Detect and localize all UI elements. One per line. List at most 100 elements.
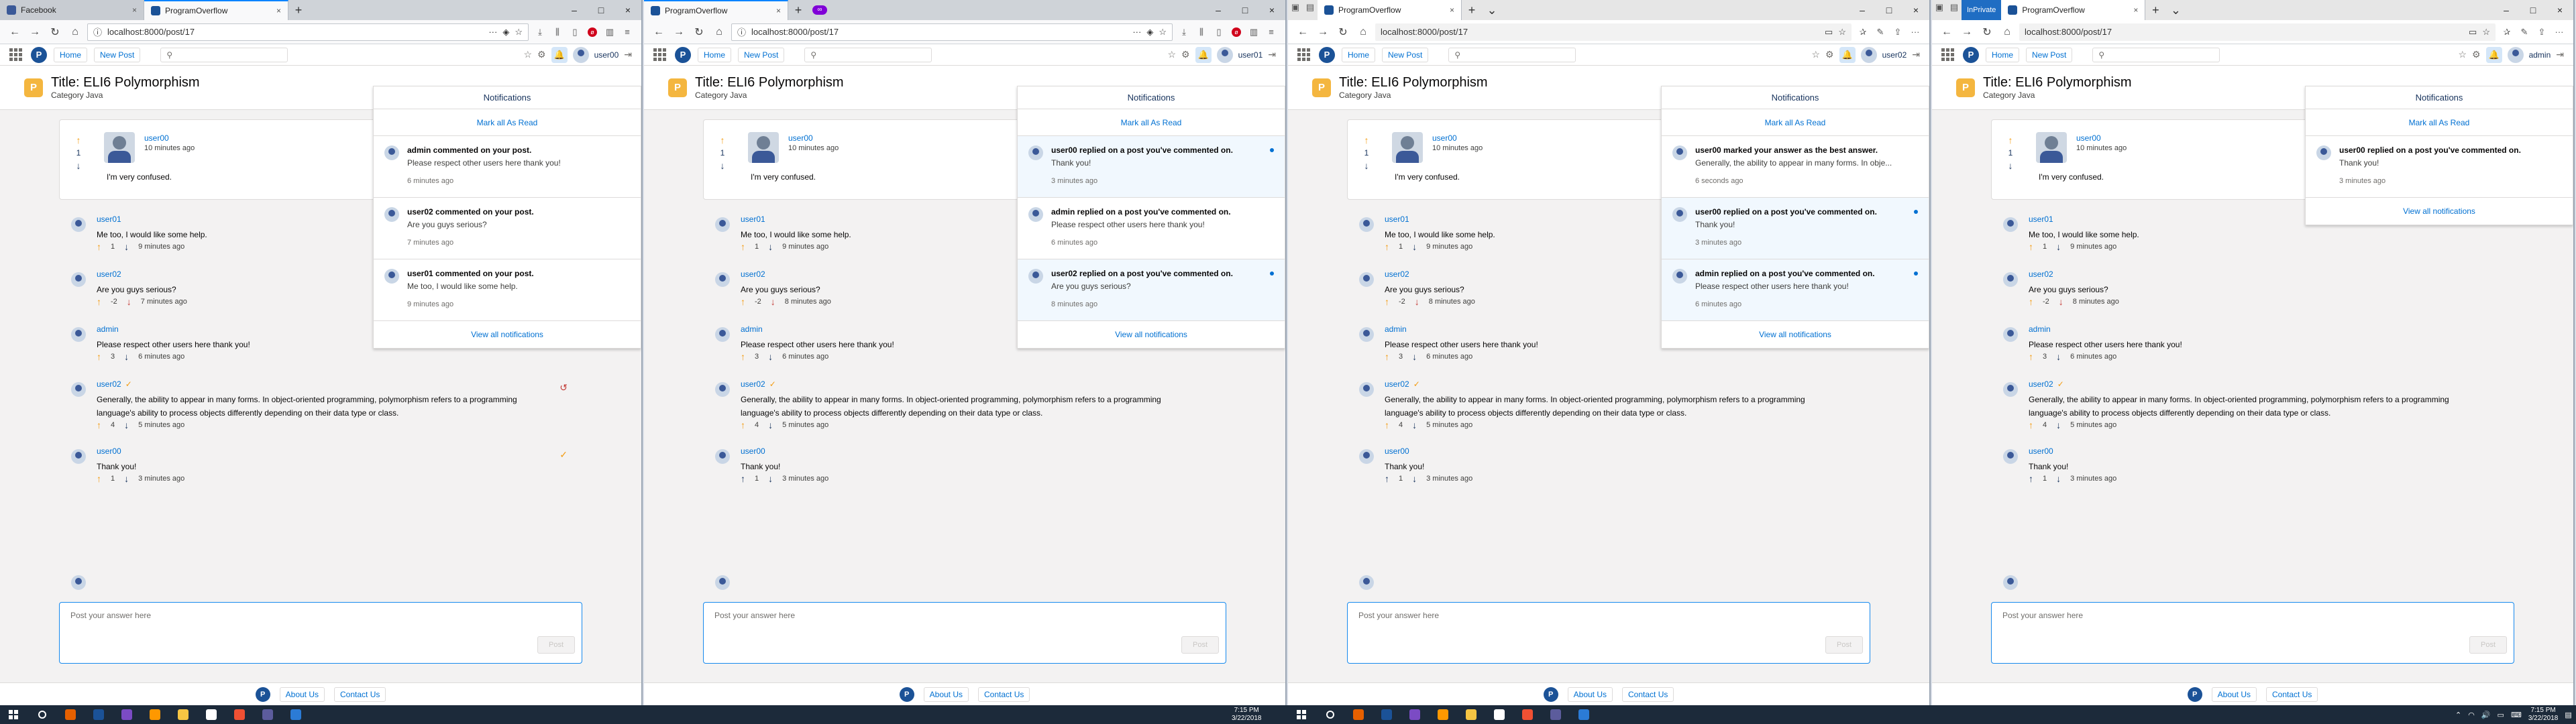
programoverflow-logo[interactable]: P bbox=[1963, 46, 1979, 63]
maximize-icon[interactable]: □ bbox=[588, 5, 614, 15]
notification-item[interactable]: user00 marked your answer as the best an… bbox=[1662, 136, 1929, 198]
upvote-icon[interactable]: ↑ bbox=[97, 241, 101, 252]
search-input[interactable]: ⚲ bbox=[1448, 47, 1576, 62]
reload-icon[interactable]: ↻ bbox=[47, 24, 63, 40]
downvote-icon[interactable]: ↓ bbox=[127, 296, 131, 307]
clock[interactable]: 7:15 PM 3/22/2018 bbox=[2528, 707, 2559, 723]
extension-icon[interactable]: ▥ bbox=[1246, 25, 1261, 40]
maximize-icon[interactable]: □ bbox=[1876, 5, 1902, 15]
upvote-icon[interactable]: ↑ bbox=[1385, 473, 1389, 484]
post-answer-button[interactable]: Post bbox=[1825, 636, 1863, 654]
forward-icon[interactable]: → bbox=[1315, 24, 1331, 40]
upvote-icon[interactable]: ↑ bbox=[97, 351, 101, 362]
favorite-star-icon[interactable]: ☆ bbox=[1838, 27, 1846, 38]
close-tab-icon[interactable]: × bbox=[132, 5, 137, 15]
tab-dropdown-icon[interactable]: ⌄ bbox=[1482, 0, 1502, 20]
downvote-icon[interactable]: ↓ bbox=[2008, 160, 2013, 171]
upvote-icon[interactable]: ↑ bbox=[76, 135, 81, 145]
footer-contact-link[interactable]: Contact Us bbox=[1622, 686, 1674, 702]
pocket-icon[interactable]: ◈ bbox=[1146, 27, 1153, 38]
close-window-icon[interactable]: × bbox=[2546, 5, 2573, 15]
notifications-bell-icon[interactable]: 🔔 bbox=[1195, 46, 1212, 63]
answer-author[interactable]: user00 bbox=[1385, 446, 1409, 456]
upvote-icon[interactable]: ↑ bbox=[2029, 473, 2033, 484]
answer-author[interactable]: user02 bbox=[2029, 269, 2053, 279]
downvote-icon[interactable]: ↓ bbox=[124, 420, 129, 430]
minimize-icon[interactable]: – bbox=[2493, 5, 2520, 15]
library-icon[interactable]: ⫼ bbox=[550, 25, 565, 40]
download-icon[interactable]: ⤓ bbox=[533, 25, 547, 40]
avatar[interactable] bbox=[1216, 46, 1233, 63]
nav-new-post[interactable]: New Post bbox=[1382, 47, 1429, 62]
tab-list-icon[interactable]: ▤ bbox=[1947, 0, 1962, 15]
close-window-icon[interactable]: × bbox=[1258, 5, 1285, 15]
home-icon[interactable]: ⌂ bbox=[1355, 24, 1371, 40]
programoverflow-logo[interactable]: P bbox=[1319, 46, 1335, 63]
pocket-icon[interactable]: ◈ bbox=[502, 27, 509, 38]
downvote-icon[interactable]: ↓ bbox=[124, 241, 129, 252]
notifications-bell-icon[interactable]: 🔔 bbox=[1839, 46, 1856, 63]
downvote-icon[interactable]: ↓ bbox=[2059, 296, 2063, 307]
reload-icon[interactable]: ↻ bbox=[1335, 24, 1351, 40]
reload-icon[interactable]: ↻ bbox=[691, 24, 707, 40]
avatar[interactable] bbox=[2507, 46, 2524, 63]
taskbar-programoverflow-button[interactable] bbox=[86, 705, 111, 724]
reply-box[interactable]: Post your answer here Post bbox=[1347, 602, 1870, 664]
nav-new-post[interactable]: New Post bbox=[738, 47, 785, 62]
upvote-icon[interactable]: ↑ bbox=[741, 420, 745, 430]
share-icon[interactable]: ⇪ bbox=[1890, 25, 1905, 40]
question-author[interactable]: user00 bbox=[1432, 133, 1457, 143]
action-center-icon[interactable]: ▤ bbox=[2565, 711, 2571, 719]
forward-icon[interactable]: → bbox=[671, 24, 687, 40]
minimize-icon[interactable]: – bbox=[1205, 5, 1232, 15]
answer-author[interactable]: admin bbox=[97, 324, 119, 334]
reply-box[interactable]: Post your answer here Post bbox=[59, 602, 582, 664]
download-icon[interactable]: ⤓ bbox=[1177, 25, 1191, 40]
notification-item[interactable]: user01 commented on your post. Me too, I … bbox=[374, 259, 641, 321]
post-answer-button[interactable]: Post bbox=[1181, 636, 1219, 654]
downvote-icon[interactable]: ↓ bbox=[1412, 351, 1417, 362]
taskbar-document-button[interactable] bbox=[1487, 705, 1512, 724]
reading-view-icon[interactable]: ▭ bbox=[1825, 27, 1833, 38]
upvote-icon[interactable]: ↑ bbox=[741, 241, 745, 252]
answer-author[interactable]: user01 bbox=[2029, 215, 2053, 224]
new-tab-icon[interactable]: + bbox=[2145, 0, 2165, 20]
back-icon[interactable]: ← bbox=[651, 24, 667, 40]
tab-list-icon[interactable]: ▤ bbox=[1303, 0, 1318, 15]
close-tab-icon[interactable]: × bbox=[1450, 5, 1454, 15]
start-button[interactable] bbox=[1288, 705, 1315, 724]
notifications-bell-icon[interactable]: 🔔 bbox=[2485, 46, 2502, 63]
tab-preview-icon[interactable]: ▣ bbox=[1932, 0, 1947, 15]
upvote-icon[interactable]: ↑ bbox=[2029, 241, 2033, 252]
downvote-icon[interactable]: ↓ bbox=[720, 160, 725, 171]
settings-gear-icon[interactable]: ⚙ bbox=[1181, 49, 1190, 60]
taskbar-edge-button[interactable] bbox=[1571, 705, 1597, 724]
favorite-star-icon[interactable]: ☆ bbox=[2482, 27, 2490, 38]
library-icon[interactable]: ⫼ bbox=[1194, 25, 1209, 40]
notifications-bell-icon[interactable]: 🔔 bbox=[551, 46, 568, 63]
upvote-icon[interactable]: ↑ bbox=[720, 135, 725, 145]
taskbar-vscode-button[interactable] bbox=[114, 705, 140, 724]
view-all-notifications-link[interactable]: View all notifications bbox=[2306, 198, 2573, 225]
back-icon[interactable]: ← bbox=[1295, 24, 1311, 40]
tab-preview-icon[interactable]: ▣ bbox=[1288, 0, 1303, 15]
start-button[interactable] bbox=[0, 705, 27, 724]
footer-about-link[interactable]: About Us bbox=[279, 686, 325, 702]
upvote-icon[interactable]: ↑ bbox=[741, 296, 745, 307]
app-launcher-icon[interactable] bbox=[9, 48, 24, 61]
search-input[interactable]: ⚲ bbox=[804, 47, 932, 62]
reload-icon[interactable]: ↻ bbox=[1979, 24, 1995, 40]
taskbar-programoverflow-button[interactable] bbox=[1374, 705, 1399, 724]
close-tab-icon[interactable]: × bbox=[276, 6, 281, 15]
footer-about-link[interactable]: About Us bbox=[2211, 686, 2257, 702]
current-username[interactable]: user01 bbox=[1238, 50, 1263, 60]
forward-icon[interactable]: → bbox=[1959, 24, 1975, 40]
answer-author[interactable]: user02 ✓ bbox=[2029, 379, 2064, 389]
mark-all-read-link[interactable]: Mark all As Read bbox=[1018, 109, 1285, 136]
footer-contact-link[interactable]: Contact Us bbox=[334, 686, 386, 702]
downvote-icon[interactable]: ↓ bbox=[768, 351, 773, 362]
upvote-icon[interactable]: ↑ bbox=[97, 420, 101, 430]
clock[interactable]: 7:15 PM 3/22/2018 bbox=[1232, 707, 1262, 723]
answer-author[interactable]: user02 ✓ bbox=[741, 379, 776, 389]
current-username[interactable]: user02 bbox=[1882, 50, 1907, 60]
